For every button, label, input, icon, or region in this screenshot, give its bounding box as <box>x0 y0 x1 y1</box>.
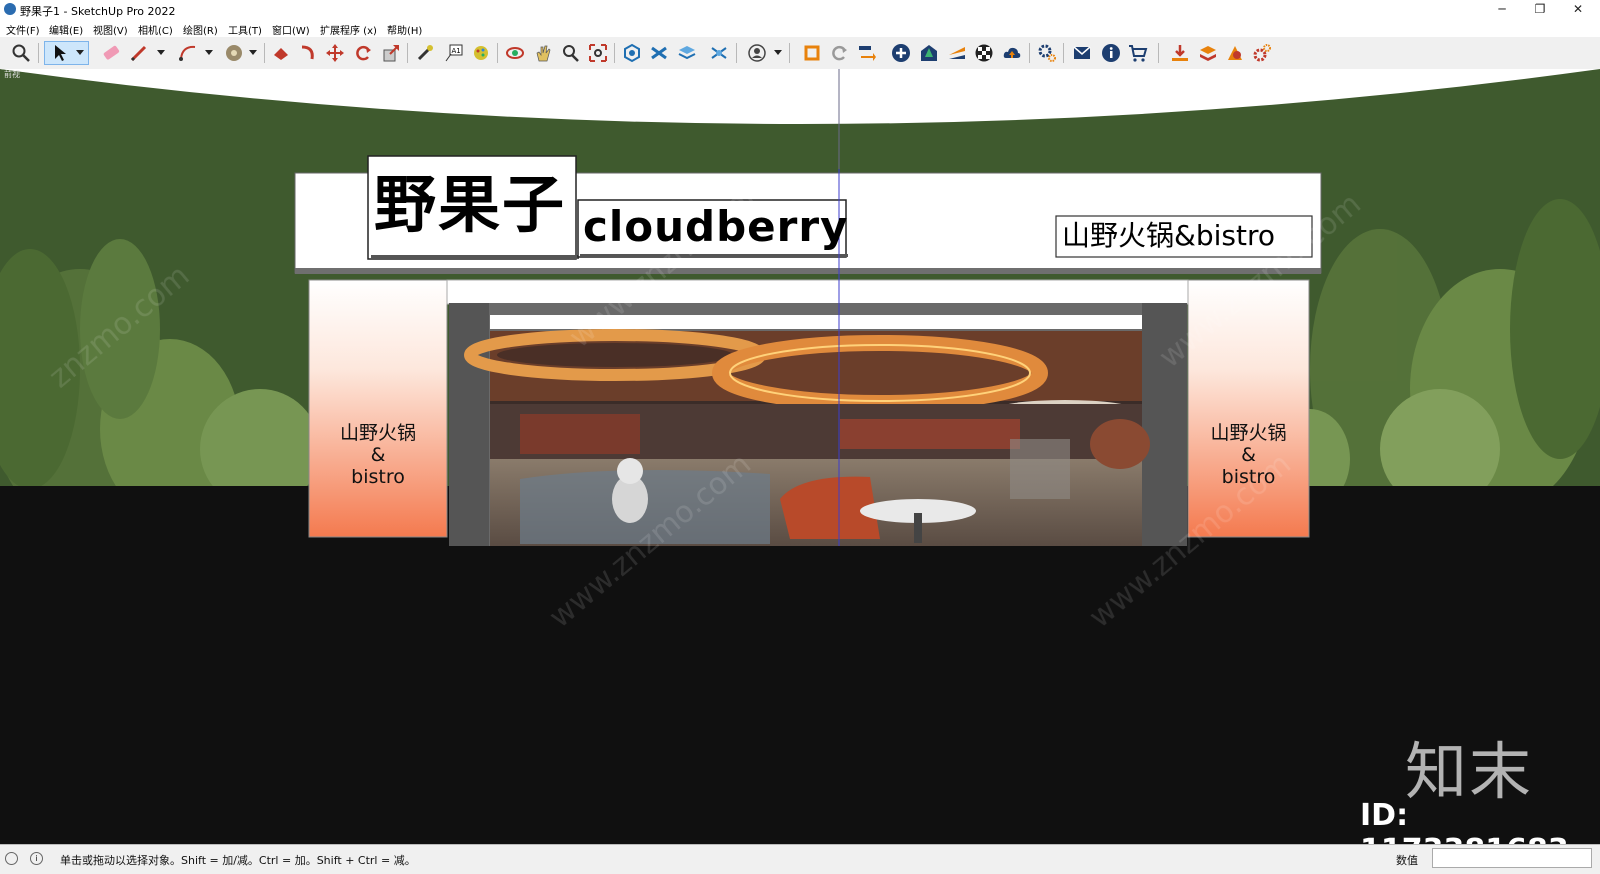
menu-bar: 文件(F) 编辑(E) 视图(V) 相机(C) 绘图(R) 工具(T) 窗口(W… <box>0 19 1600 37</box>
component-icon[interactable] <box>1196 41 1220 65</box>
import-icon[interactable] <box>1168 41 1192 65</box>
zoom-window-icon[interactable] <box>558 41 582 65</box>
sign-tagline: 山野火锅&bistro <box>1062 219 1275 252</box>
right-panel-line: 山野火锅 <box>1210 422 1287 444</box>
status-bar: i 单击或拖动以选择对象。Shift = 加/减。Ctrl = 加。Shift … <box>0 844 1600 874</box>
orbit-icon[interactable] <box>503 41 527 65</box>
menu-camera[interactable]: 相机(C) <box>138 22 173 37</box>
scene-canvas: znzmo.com www.znzmo.com www.znzmo.com ww… <box>0 69 1600 844</box>
right-panel-line: & <box>1241 444 1256 466</box>
minimize-icon[interactable]: ─ <box>1484 0 1520 19</box>
sign-brand-cn: 野果子 <box>374 168 567 241</box>
extension-warehouse-icon[interactable] <box>800 41 824 65</box>
left-panel-line: & <box>370 444 386 466</box>
measurements-label: 数值 <box>1396 854 1418 867</box>
sketchup-app-icon <box>4 3 16 15</box>
left-panel-line: bistro <box>351 466 405 488</box>
checker-icon[interactable] <box>972 41 996 65</box>
cloud-upload-icon[interactable] <box>1000 41 1024 65</box>
menu-extensions[interactable]: 扩展程序 (x) <box>320 22 377 37</box>
sign-brand-en: cloudberry <box>583 202 849 251</box>
menu-view[interactable]: 视图(V) <box>93 22 128 37</box>
mail-icon[interactable] <box>1070 41 1094 65</box>
paint-bucket-icon[interactable] <box>269 41 293 65</box>
tape-measure-icon[interactable] <box>413 41 437 65</box>
menu-tools[interactable]: 工具(T) <box>228 22 262 37</box>
left-panel-line: 山野火锅 <box>339 422 416 444</box>
menu-window[interactable]: 窗口(W) <box>272 22 310 37</box>
user-dropdown-icon[interactable] <box>774 50 782 55</box>
sandbox-icon[interactable] <box>647 41 671 65</box>
arc-dropdown-icon[interactable] <box>205 50 213 55</box>
rotate-icon[interactable] <box>351 41 375 65</box>
cart-icon[interactable] <box>1126 41 1150 65</box>
status-hint: 单击或拖动以选择对象。Shift = 加/减。Ctrl = 加。Shift + … <box>60 854 416 867</box>
offset-icon[interactable] <box>222 41 246 65</box>
window-title: 野果子1 - SketchUp Pro 2022 <box>20 5 176 18</box>
pencil-icon[interactable] <box>127 41 151 65</box>
menu-file[interactable]: 文件(F) <box>6 22 40 37</box>
text-icon[interactable]: A1 <box>442 41 466 65</box>
right-panel-line: bistro <box>1221 466 1276 488</box>
eraser-icon[interactable] <box>99 41 123 65</box>
offset-dropdown-icon[interactable] <box>249 50 257 55</box>
layers-icon[interactable] <box>675 41 699 65</box>
model-viewport[interactable]: znzmo.com www.znzmo.com www.znzmo.com ww… <box>0 69 1600 844</box>
tree-icon[interactable] <box>917 41 941 65</box>
slices-icon[interactable] <box>945 41 969 65</box>
title-bar: 野果子1 - SketchUp Pro 2022 ─ ❐ ✕ <box>0 0 1600 19</box>
close-icon[interactable]: ✕ <box>1560 0 1596 19</box>
info-credits-icon[interactable]: i <box>30 852 43 865</box>
right-panel-text: 山野火锅 & bistro <box>1188 422 1309 488</box>
watermark-id: ID: 1173381683 <box>1360 798 1569 844</box>
svg-text:A1: A1 <box>452 47 461 55</box>
user-icon[interactable] <box>745 41 769 65</box>
pan-icon[interactable] <box>531 41 555 65</box>
interior-rendering <box>464 329 1150 546</box>
render-icon[interactable] <box>1223 41 1247 65</box>
zoom-icon[interactable] <box>9 41 33 65</box>
refresh-icon[interactable] <box>827 41 851 65</box>
styles-icon[interactable] <box>707 41 731 65</box>
left-panel <box>308 279 448 538</box>
scene-label: 前视 <box>4 70 20 79</box>
add-icon[interactable] <box>889 41 913 65</box>
main-toolbar: A1 <box>0 37 1600 70</box>
left-panel-text: 山野火锅 & bistro <box>309 422 447 488</box>
warehouse-icon[interactable] <box>620 41 644 65</box>
follow-me-icon[interactable] <box>296 41 320 65</box>
push-pull-icon[interactable] <box>379 41 403 65</box>
measurements-input[interactable] <box>1432 848 1592 868</box>
gear-icon[interactable] <box>1250 41 1274 65</box>
select-dropdown-icon[interactable] <box>76 50 84 55</box>
paint-icon[interactable] <box>469 41 493 65</box>
restore-icon[interactable]: ❐ <box>1522 0 1558 19</box>
zoom-extents-icon[interactable] <box>586 41 610 65</box>
menu-edit[interactable]: 编辑(E) <box>49 22 83 37</box>
info-icon[interactable] <box>1099 41 1123 65</box>
menu-help[interactable]: 帮助(H) <box>387 22 422 37</box>
arc-icon[interactable] <box>176 41 200 65</box>
menu-draw[interactable]: 绘图(R) <box>183 22 218 37</box>
move-icon[interactable] <box>323 41 347 65</box>
settings-icon[interactable] <box>1035 41 1059 65</box>
geo-location-icon[interactable] <box>5 852 18 865</box>
pencil-dropdown-icon[interactable] <box>157 50 165 55</box>
trimble-connect-icon[interactable] <box>855 41 879 65</box>
